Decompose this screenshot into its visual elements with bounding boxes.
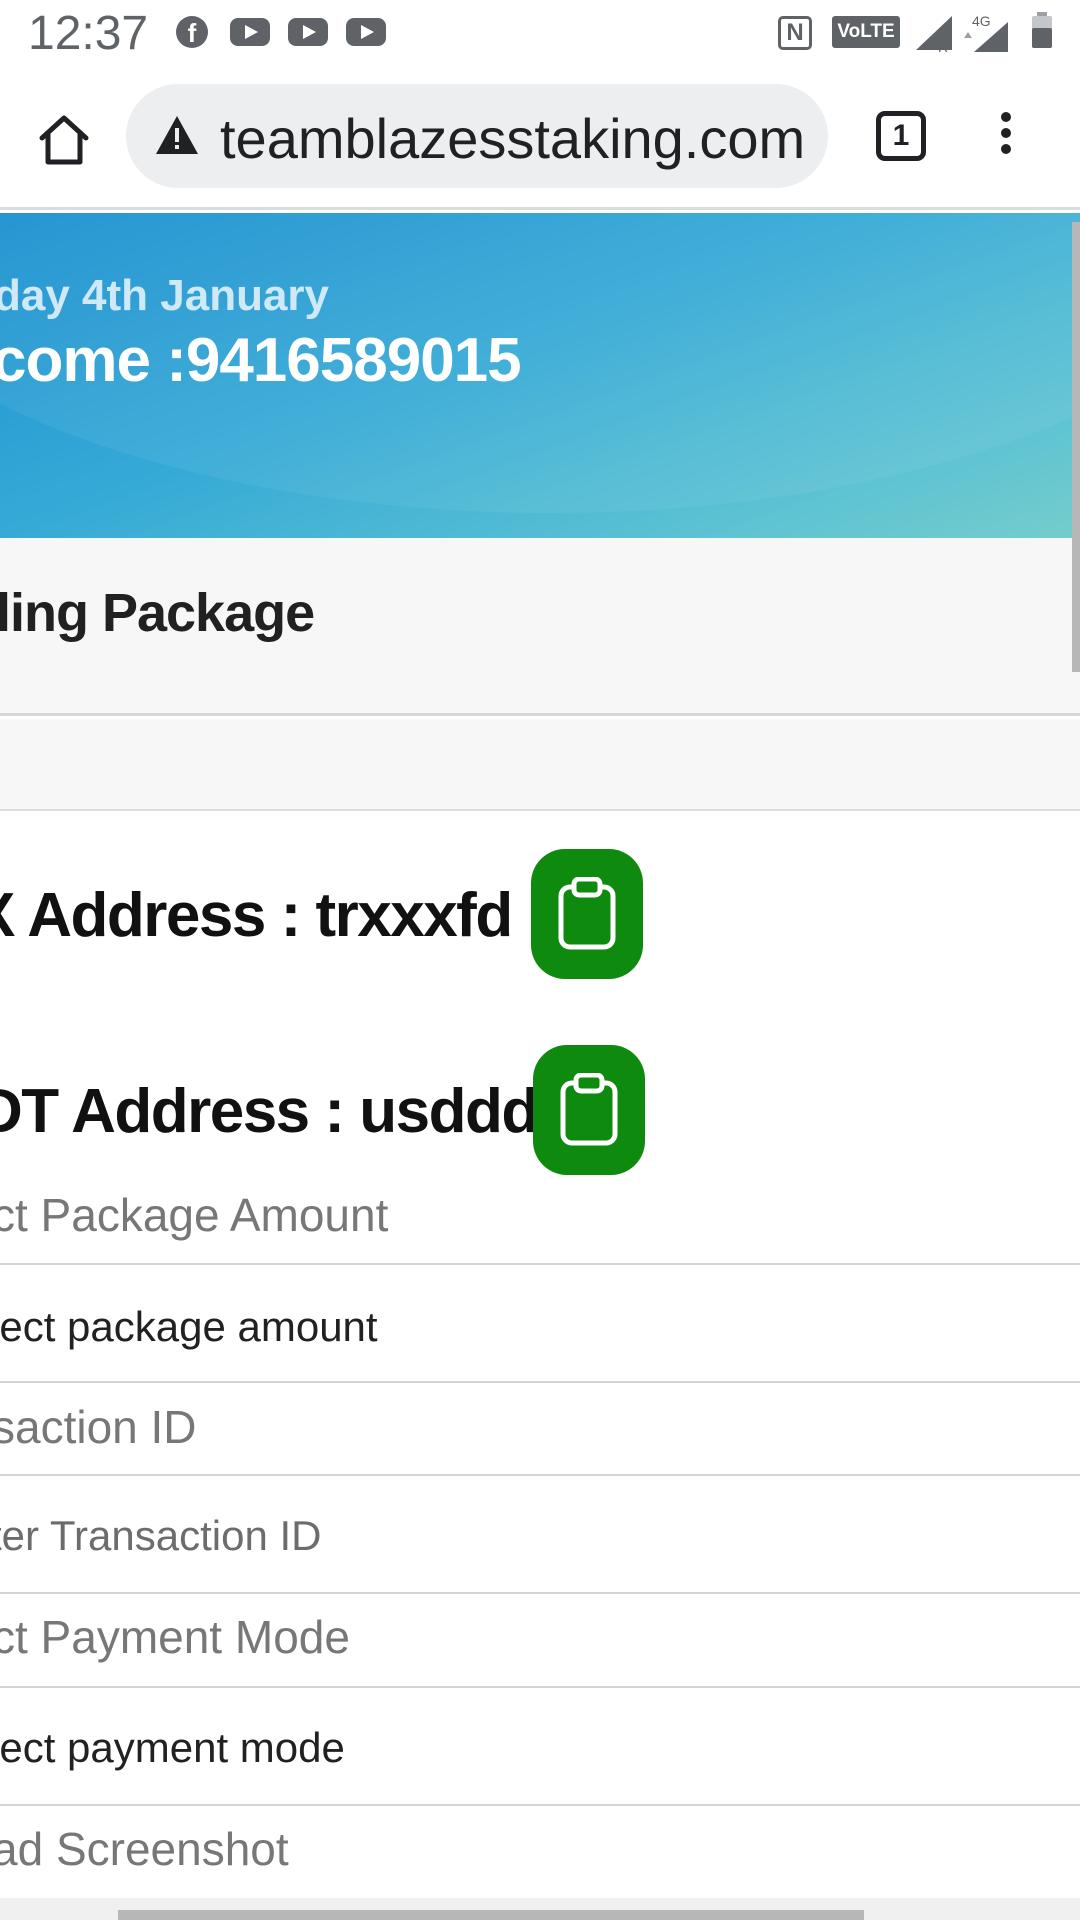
section-subbar xyxy=(0,719,1080,811)
volte-badge: VoLTE xyxy=(832,16,900,48)
overflow-menu-icon[interactable] xyxy=(990,112,1022,164)
package-amount-select-value: lect package amount xyxy=(0,1303,378,1350)
status-clock: 12:37 xyxy=(28,7,149,60)
status-bar: 12:37 f N VoLTE R 4G xyxy=(0,0,1080,66)
hero-banner: day 4th January come :9416589015 xyxy=(0,213,1080,538)
transaction-id-input[interactable]: ter Transaction ID xyxy=(0,1474,1080,1592)
tab-switcher-button[interactable]: 1 xyxy=(876,111,926,161)
copy-usdt-address-button[interactable] xyxy=(533,1045,645,1175)
vertical-scroll-thumb[interactable] xyxy=(1072,222,1080,672)
youtube-icon xyxy=(230,18,270,46)
divider xyxy=(0,1592,1080,1594)
nfc-icon: N xyxy=(778,16,812,50)
hero-date: day 4th January xyxy=(0,271,330,320)
url-text[interactable]: teamblazesstaking.com xyxy=(220,106,805,171)
signal-roaming-icon: R xyxy=(916,16,952,54)
transaction-id-label: saction ID xyxy=(0,1401,197,1453)
youtube-icon xyxy=(346,18,386,46)
trx-address-text: X Address : trxxxfd xyxy=(0,881,513,950)
copy-trx-address-button[interactable] xyxy=(531,849,643,979)
package-amount-label: ct Package Amount xyxy=(0,1189,389,1241)
network-label: 4G xyxy=(972,13,991,29)
payment-mode-select[interactable]: lect payment mode xyxy=(0,1686,1080,1804)
package-amount-select[interactable]: lect package amount xyxy=(0,1263,1080,1383)
hero-income: come :9416589015 xyxy=(0,326,522,395)
divider xyxy=(0,1804,1080,1806)
upload-screenshot-label: ad Screenshot xyxy=(0,1823,289,1875)
signal-4g-icon: 4G xyxy=(964,13,1008,52)
roaming-label: R xyxy=(938,39,948,54)
payment-mode-select-value: lect payment mode xyxy=(0,1724,345,1771)
address-bar[interactable]: teamblazesstaking.com xyxy=(126,84,828,188)
facebook-icon: f xyxy=(176,16,208,48)
clipboard-icon xyxy=(560,1073,618,1146)
transaction-id-placeholder: ter Transaction ID xyxy=(0,1512,322,1559)
horizontal-scroll-thumb[interactable] xyxy=(118,1910,864,1920)
usdt-address-text: DT Address : usddd xyxy=(0,1077,539,1146)
clipboard-icon xyxy=(558,877,616,950)
section-title: ling Package xyxy=(0,583,315,643)
home-icon[interactable] xyxy=(34,110,94,170)
divider xyxy=(0,1381,1080,1383)
battery-icon xyxy=(1032,12,1052,48)
section-header: ling Package xyxy=(0,538,1080,716)
payment-mode-label: ct Payment Mode xyxy=(0,1611,350,1663)
browser-toolbar: teamblazesstaking.com 1 xyxy=(0,66,1080,210)
warning-icon[interactable] xyxy=(154,114,200,156)
youtube-icon xyxy=(288,18,328,46)
